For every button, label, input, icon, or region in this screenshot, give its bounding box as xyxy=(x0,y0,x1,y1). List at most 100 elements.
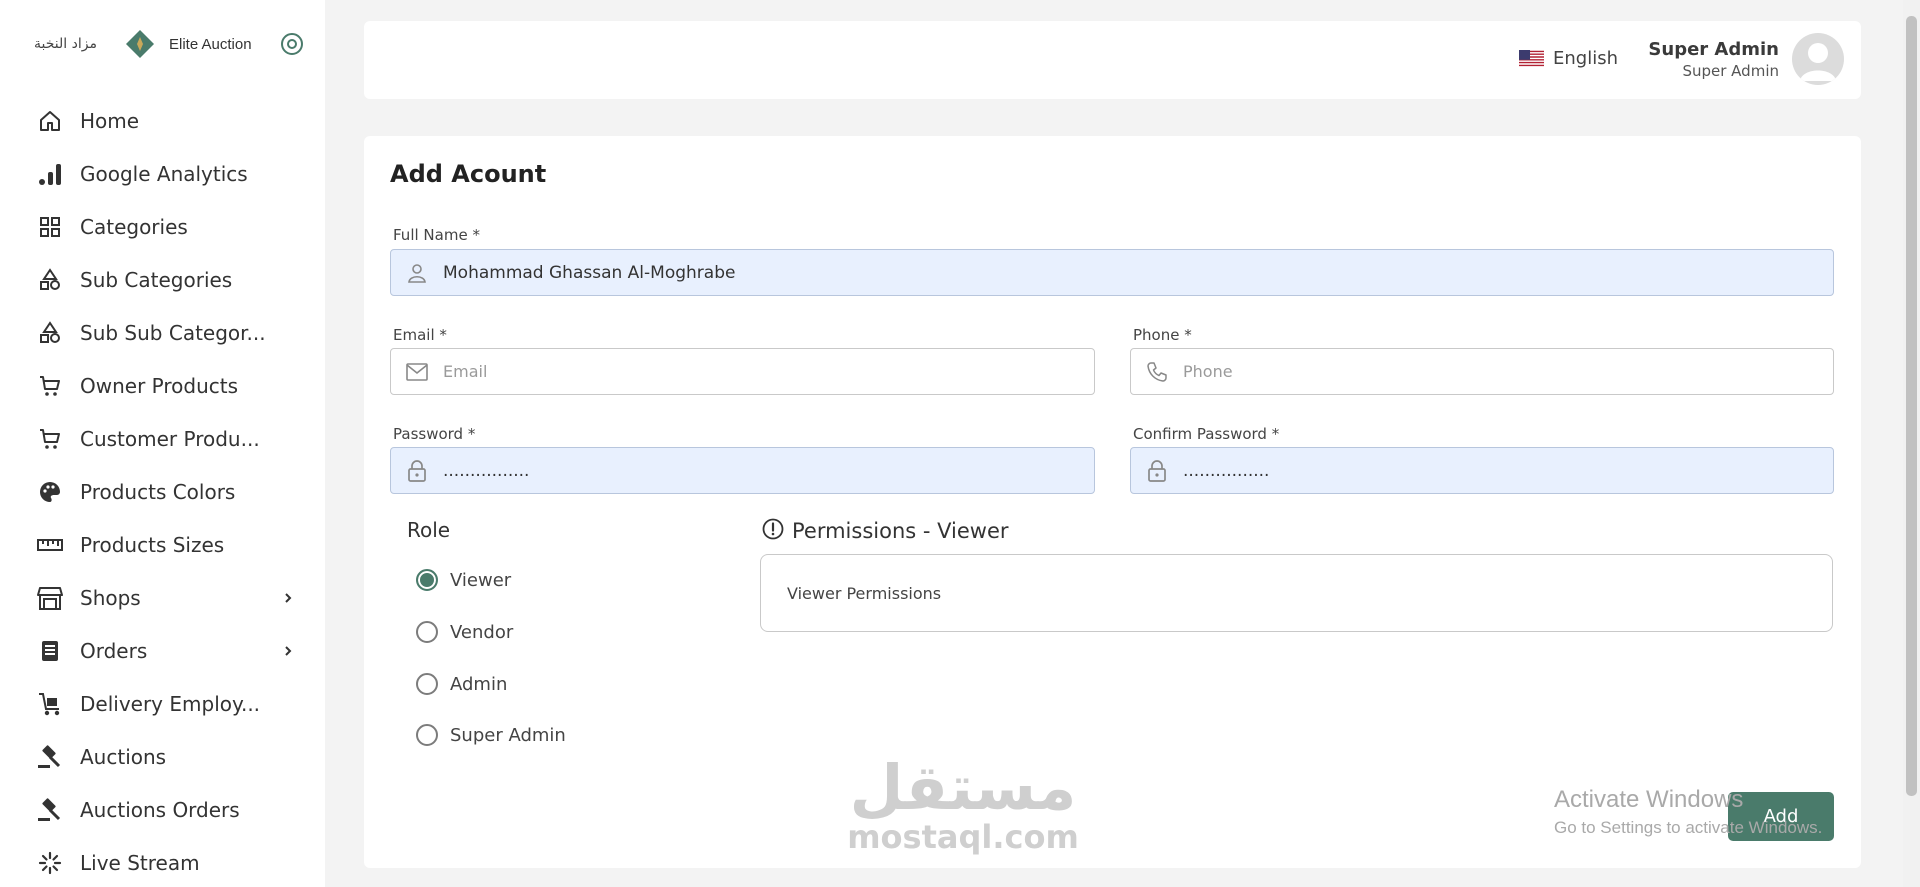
palette-icon xyxy=(36,478,64,506)
brand: مزاد النخبة Elite Auction xyxy=(34,26,304,62)
email-input[interactable] xyxy=(443,361,1076,382)
sidebar: مزاد النخبة Elite Auction Home Google An… xyxy=(0,0,325,887)
sidebar-item-label: Live Stream xyxy=(80,850,200,875)
radio-unselected-icon xyxy=(416,621,438,643)
sidebar-item-label: Shops xyxy=(80,585,141,610)
phone-field[interactable] xyxy=(1130,348,1834,395)
sidebar-item-delivery-employees[interactable]: Delivery Employ... xyxy=(0,677,325,730)
sidebar-item-label: Sub Sub Categor... xyxy=(80,320,266,345)
sidebar-item-products-colors[interactable]: Products Colors xyxy=(0,465,325,518)
page-scrollbar[interactable] xyxy=(1903,0,1920,887)
role-radio-vendor[interactable]: Vendor xyxy=(416,621,513,643)
full-name-input[interactable] xyxy=(443,262,1741,283)
sidebar-nav: Home Google Analytics Categories Sub Cat… xyxy=(0,94,325,887)
watermark-english: mostaql.com xyxy=(847,818,1079,856)
permissions-title: Permissions - Viewer xyxy=(762,518,1009,544)
cart-icon xyxy=(36,372,64,400)
brand-logo-icon xyxy=(125,29,155,59)
ruler-icon xyxy=(36,531,64,559)
receipt-icon xyxy=(36,637,64,665)
radio-unselected-icon xyxy=(416,724,438,746)
activate-windows-notice: Activate Windows Go to Settings to activ… xyxy=(1554,786,1822,838)
language-selector[interactable]: English xyxy=(1519,48,1618,69)
sidebar-item-label: Home xyxy=(80,108,140,133)
phone-label: Phone * xyxy=(1133,326,1192,344)
home-icon xyxy=(36,107,64,135)
sidebar-item-label: Delivery Employ... xyxy=(80,691,261,716)
sidebar-item-orders[interactable]: Orders xyxy=(0,624,325,677)
lock-icon xyxy=(1145,459,1169,483)
role-radio-viewer[interactable]: Viewer xyxy=(416,569,511,591)
permissions-text: Viewer Permissions xyxy=(787,584,942,603)
full-name-field[interactable] xyxy=(390,249,1834,296)
gavel-icon xyxy=(36,796,64,824)
delivery-icon xyxy=(36,690,64,718)
confirm-password-field[interactable] xyxy=(1130,447,1834,494)
sidebar-item-label: Products Colors xyxy=(80,479,236,504)
email-field[interactable] xyxy=(390,348,1095,395)
sidebar-item-label: Customer Produ... xyxy=(80,426,260,451)
sidebar-item-label: Auctions xyxy=(80,744,167,769)
user-info[interactable]: Super Admin Super Admin xyxy=(1648,39,1779,80)
sidebar-item-customer-products[interactable]: Customer Produ... xyxy=(0,412,325,465)
phone-icon xyxy=(1145,360,1169,384)
password-field[interactable] xyxy=(390,447,1095,494)
info-icon xyxy=(762,518,784,544)
lock-icon xyxy=(405,459,429,483)
radio-unselected-icon xyxy=(416,673,438,695)
sidebar-item-products-sizes[interactable]: Products Sizes xyxy=(0,518,325,571)
permissions-title-text: Permissions - Viewer xyxy=(792,519,1009,543)
sidebar-toggle-icon[interactable] xyxy=(280,32,304,56)
page-title: Add Acount xyxy=(390,160,547,188)
watermark-arabic: مستقل xyxy=(849,751,1077,824)
role-radio-super-admin[interactable]: Super Admin xyxy=(416,724,566,746)
role-title: Role xyxy=(407,518,451,542)
sidebar-item-label: Orders xyxy=(80,638,148,663)
scrollbar-thumb[interactable] xyxy=(1906,16,1917,796)
sidebar-item-auctions-orders[interactable]: Auctions Orders xyxy=(0,783,325,836)
sidebar-item-auctions[interactable]: Auctions xyxy=(0,730,325,783)
sidebar-item-sub-sub-categories[interactable]: Sub Sub Categor... xyxy=(0,306,325,359)
sidebar-item-label: Google Analytics xyxy=(80,161,248,186)
full-name-label: Full Name * xyxy=(393,226,480,244)
brand-english-name: Elite Auction xyxy=(169,35,252,53)
watermark: مستقل mostaql.com xyxy=(843,751,1083,856)
sidebar-item-owner-products[interactable]: Owner Products xyxy=(0,359,325,412)
activate-windows-subtitle: Go to Settings to activate Windows. xyxy=(1554,818,1823,837)
categories-icon xyxy=(36,213,64,241)
phone-input[interactable] xyxy=(1183,361,1815,382)
password-label: Password * xyxy=(393,425,476,443)
analytics-icon xyxy=(36,160,64,188)
sidebar-item-live-stream[interactable]: Live Stream xyxy=(0,836,325,887)
sidebar-item-shops[interactable]: Shops xyxy=(0,571,325,624)
email-label: Email * xyxy=(393,326,447,344)
sidebar-item-categories[interactable]: Categories xyxy=(0,200,325,253)
role-label: Vendor xyxy=(450,621,514,643)
permissions-box: Viewer Permissions xyxy=(760,554,1833,632)
top-header: English Super Admin Super Admin xyxy=(364,21,1861,99)
user-role: Super Admin xyxy=(1682,62,1779,80)
role-label: Viewer xyxy=(450,569,512,591)
sidebar-item-home[interactable]: Home xyxy=(0,94,325,147)
role-label: Admin xyxy=(450,673,508,695)
add-account-card: Add Acount Full Name * Email * Phone * P… xyxy=(364,136,1861,868)
shapes-icon xyxy=(36,319,64,347)
password-input[interactable] xyxy=(443,460,1076,481)
sidebar-item-label: Categories xyxy=(80,214,188,239)
radio-selected-icon xyxy=(416,569,438,591)
chevron-right-icon xyxy=(281,590,295,604)
avatar[interactable] xyxy=(1792,33,1844,85)
confirm-password-input[interactable] xyxy=(1183,460,1815,481)
sidebar-item-label: Auctions Orders xyxy=(80,797,240,822)
sidebar-item-label: Products Sizes xyxy=(80,532,225,557)
role-radio-admin[interactable]: Admin xyxy=(416,673,507,695)
sidebar-item-label: Sub Categories xyxy=(80,267,233,292)
sidebar-item-google-analytics[interactable]: Google Analytics xyxy=(0,147,325,200)
activate-windows-title: Activate Windows xyxy=(1554,786,1744,813)
sidebar-item-sub-categories[interactable]: Sub Categories xyxy=(0,253,325,306)
store-icon xyxy=(36,584,64,612)
brand-arabic-name: مزاد النخبة xyxy=(34,36,97,52)
us-flag-icon xyxy=(1519,49,1544,68)
language-label: English xyxy=(1553,48,1618,69)
role-label: Super Admin xyxy=(450,724,566,746)
